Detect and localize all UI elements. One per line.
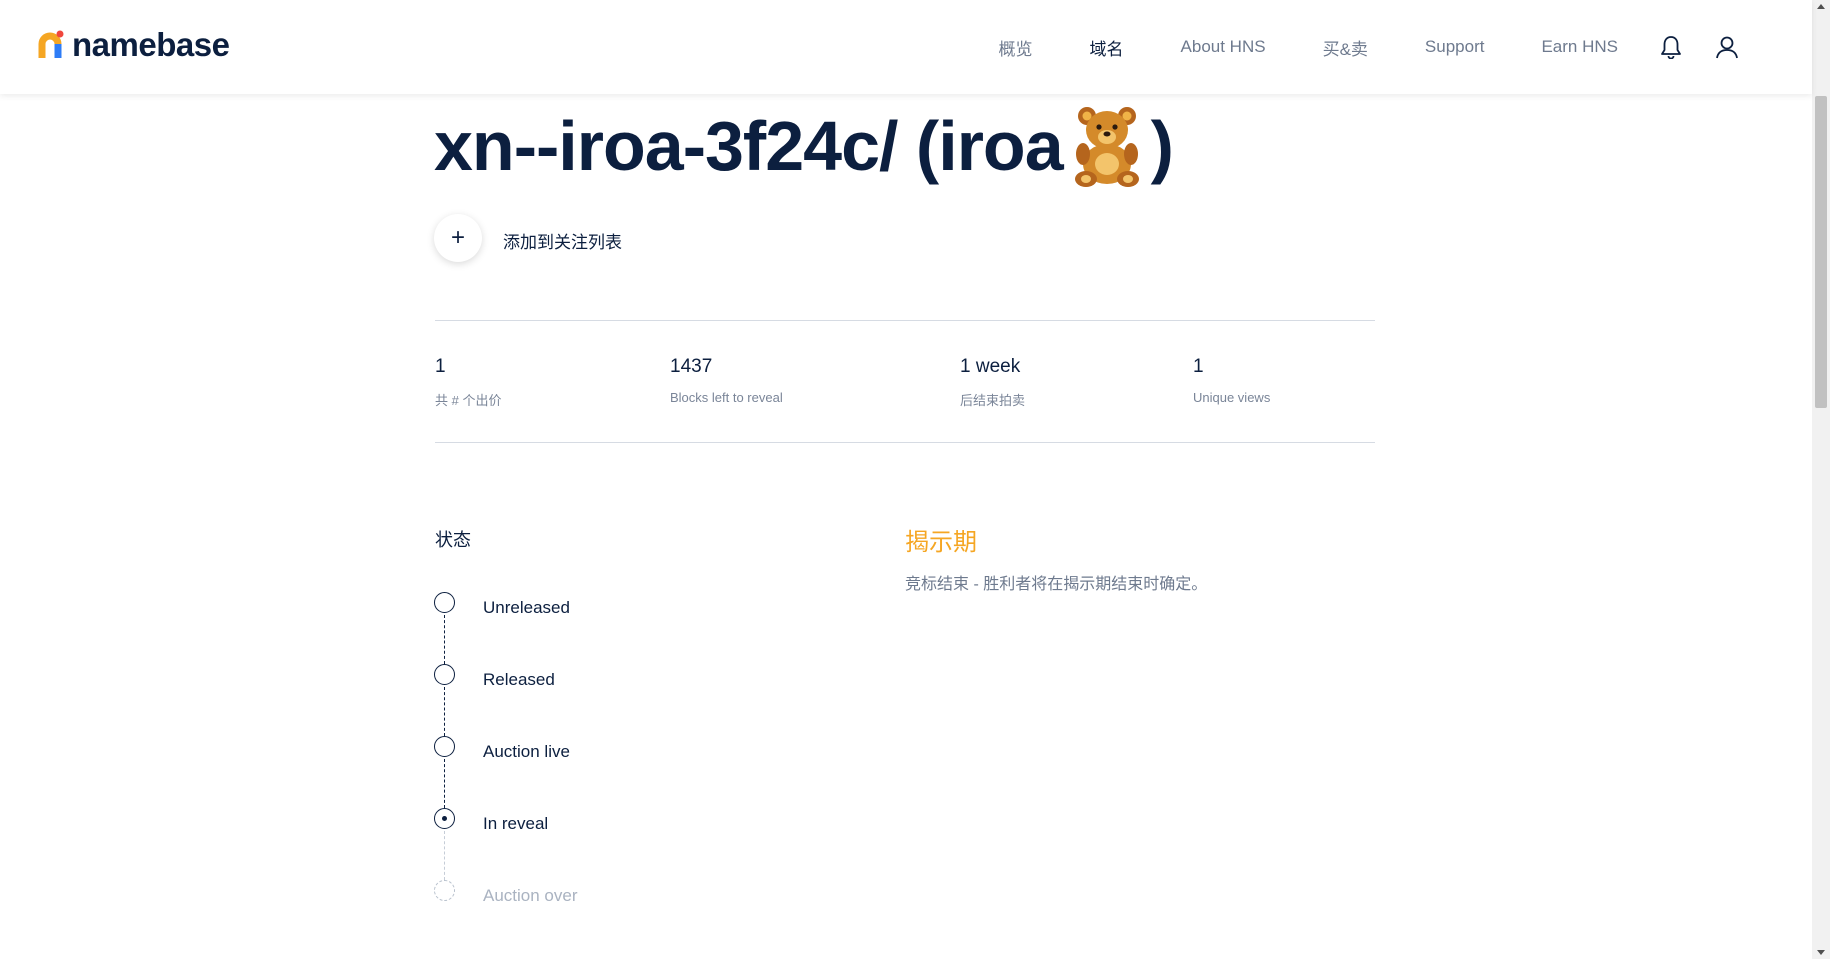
status-heading: 状态: [435, 530, 471, 550]
phase-description: 竞标结束 - 胜利者将在揭示期结束时确定。: [905, 576, 1208, 593]
stat-value: 1437: [670, 356, 713, 377]
stat-label: Unique views: [1193, 390, 1271, 405]
domain-title: xn--iroa-3f24c/ (iroa ): [434, 104, 1174, 188]
step-label: Released: [483, 670, 555, 689]
page-scrollbar[interactable]: [1812, 0, 1830, 959]
namebase-logo-icon: [38, 30, 66, 60]
step-label: Auction live: [483, 742, 570, 761]
teddy-bear-icon: [1067, 104, 1147, 188]
nav-domains[interactable]: 域名: [1090, 35, 1124, 60]
stat-unique-views: 1 Unique views: [1193, 356, 1270, 405]
step-connector: [444, 759, 445, 808]
notifications-bell-icon[interactable]: [1658, 34, 1684, 60]
logo-text: namebase: [72, 26, 230, 63]
stat-blocks-left: 1437 Blocks left to reveal: [670, 356, 783, 405]
future-step-circle-icon: [434, 880, 455, 901]
stat-value: 1 week: [960, 356, 1021, 377]
scroll-down-arrow-icon[interactable]: [1817, 950, 1825, 955]
stat-value: 1: [435, 356, 446, 377]
current-step-circle-icon: [434, 808, 455, 829]
stat-bid-count: 1 共 # 个出价: [435, 356, 501, 409]
phase-title: 揭示期: [905, 529, 977, 556]
nav-overview[interactable]: 概览: [999, 35, 1033, 60]
stats-top-divider: [435, 320, 1375, 321]
stat-label: 共 # 个出价: [435, 393, 502, 408]
user-account-icon[interactable]: [1714, 34, 1740, 60]
step-label: Unreleased: [483, 598, 570, 617]
nav-about-hns[interactable]: About HNS: [1181, 37, 1266, 57]
plus-icon: +: [450, 224, 465, 251]
add-to-watchlist-button[interactable]: +: [434, 214, 482, 262]
step-connector: [444, 615, 445, 664]
top-navigation-bar: namebase 概览 域名 About HNS 买&卖 Support Ear…: [0, 0, 1812, 94]
scroll-up-arrow-icon[interactable]: [1817, 4, 1825, 9]
step-circle-icon: [434, 592, 455, 613]
stat-time-remaining: 1 week 后结束拍卖: [960, 356, 1025, 409]
stat-value: 1: [1193, 356, 1204, 377]
domain-name: xn--iroa-3f24c/ (iroa: [434, 107, 1064, 185]
add-to-watchlist-label[interactable]: 添加到关注列表: [503, 228, 622, 253]
stat-label: Blocks left to reveal: [670, 390, 783, 405]
step-connector: [444, 687, 445, 736]
main-nav: 概览 域名 About HNS 买&卖 Support Earn HNS: [999, 0, 1812, 94]
nav-earn-hns[interactable]: Earn HNS: [1541, 37, 1618, 57]
step-label: Auction over: [483, 886, 578, 905]
step-label: In reveal: [483, 814, 549, 833]
domain-title-suffix: ): [1150, 107, 1174, 185]
stat-label: 后结束拍卖: [960, 393, 1026, 408]
step-connector: [444, 831, 445, 880]
nav-support[interactable]: Support: [1425, 37, 1485, 57]
step-circle-icon: [434, 736, 455, 757]
scroll-thumb[interactable]: [1815, 96, 1827, 408]
namebase-logo[interactable]: namebase: [38, 26, 230, 63]
stats-bottom-divider: [435, 442, 1375, 443]
nav-buy-sell[interactable]: 买&卖: [1323, 35, 1368, 60]
step-circle-icon: [434, 664, 455, 685]
